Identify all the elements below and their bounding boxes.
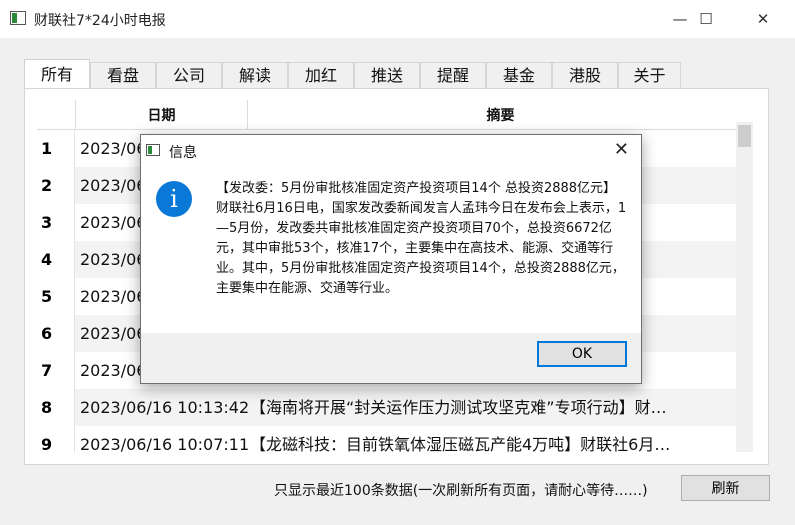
row-number: 3: [37, 204, 75, 241]
row-date: 2023/06: [80, 361, 147, 380]
column-header-date[interactable]: 日期: [76, 100, 248, 130]
row-number: 1: [37, 130, 75, 167]
scrollbar-thumb[interactable]: [738, 125, 751, 147]
vertical-scrollbar[interactable]: [736, 122, 753, 452]
tab-reminder[interactable]: 提醒: [420, 62, 486, 88]
tab-about[interactable]: 关于: [618, 62, 681, 88]
row-number: 6: [37, 315, 75, 352]
row-date: 2023/06: [80, 324, 147, 343]
table-row[interactable]: 9 2023/06/16 10:07:11 【龙磁科技：目前铁氧体湿压磁瓦产能4…: [37, 426, 753, 453]
row-number: 7: [37, 352, 75, 389]
app-icon: [10, 11, 26, 25]
row-date: 2023/06: [80, 250, 147, 269]
status-text: 只显示最近100条数据(一次刷新所有页面，请耐心等待……): [274, 483, 648, 499]
window-title: 财联社7*24小时电报: [34, 13, 166, 29]
table-row[interactable]: 8 2023/06/16 10:13:42 【海南将开展“封关运作压力测试攻坚克…: [37, 389, 753, 426]
row-date: 2023/06/16 10:13:42: [80, 398, 250, 417]
dialog-title-bar: 信息 ✕: [141, 135, 641, 167]
maximize-button[interactable]: ☐: [683, 0, 729, 38]
info-icon: i: [156, 181, 192, 217]
row-summary: 【龙磁科技：目前铁氧体湿压磁瓦产能4万吨】财联社6月…: [250, 435, 671, 453]
row-number: 4: [37, 241, 75, 278]
tab-fund[interactable]: 基金: [486, 62, 552, 88]
refresh-button[interactable]: 刷新: [681, 475, 770, 501]
dialog-close-icon[interactable]: ✕: [614, 139, 629, 160]
ok-button[interactable]: OK: [537, 341, 627, 367]
tab-hk-stock[interactable]: 港股: [552, 62, 618, 88]
row-date: 2023/06: [80, 139, 147, 158]
tab-company[interactable]: 公司: [156, 62, 222, 88]
row-number: 9: [37, 426, 75, 453]
row-date: 2023/06: [80, 213, 147, 232]
row-date: 2023/06/16 10:07:11: [80, 435, 250, 453]
tab-all[interactable]: 所有: [24, 59, 90, 88]
tab-analysis[interactable]: 解读: [222, 62, 288, 88]
dialog-footer: OK: [141, 333, 641, 383]
corner-header: [37, 100, 76, 130]
close-button[interactable]: ✕: [740, 0, 786, 38]
info-dialog: 信息 ✕ i 【发改委：5月份审批核准固定资产投资项目14个 总投资2888亿元…: [140, 134, 642, 384]
title-bar: 财联社7*24小时电报 — ☐ ✕: [0, 0, 795, 38]
row-number: 2: [37, 167, 75, 204]
dialog-app-icon: [146, 144, 160, 156]
tab-market[interactable]: 看盘: [90, 62, 156, 88]
row-number: 8: [37, 389, 75, 426]
tab-push[interactable]: 推送: [354, 62, 420, 88]
row-number: 5: [37, 278, 75, 315]
column-header-summary[interactable]: 摘要: [248, 100, 753, 130]
dialog-message: 【发改委：5月份审批核准固定资产投资项目14个 总投资2888亿元】财联社6月1…: [216, 181, 627, 296]
row-date: 2023/06: [80, 176, 147, 195]
dialog-title: 信息: [169, 145, 197, 161]
row-summary: 【海南将开展“封关运作压力测试攻坚克难”专项行动】财…: [250, 398, 667, 417]
row-date: 2023/06: [80, 287, 147, 306]
tab-highlight[interactable]: 加红: [288, 62, 354, 88]
